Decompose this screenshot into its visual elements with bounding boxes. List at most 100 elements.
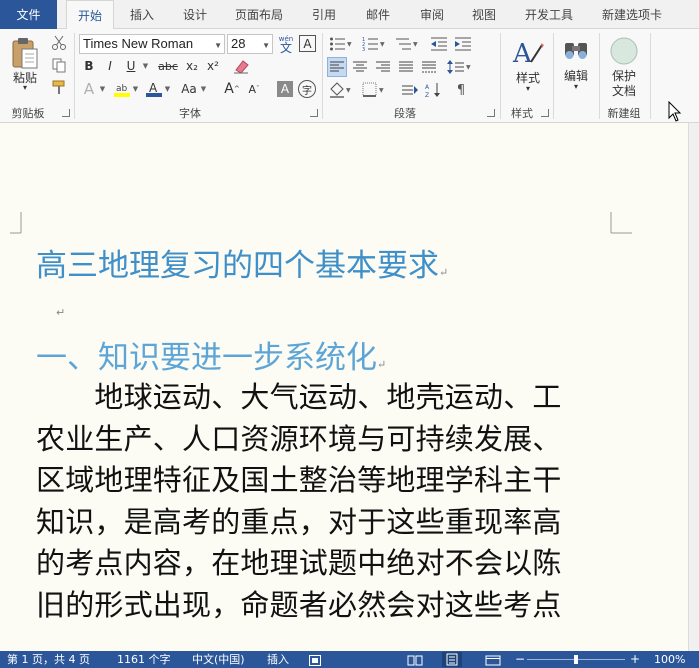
sort-button[interactable]: AZ (424, 81, 446, 99)
zoom-slider-thumb[interactable] (574, 655, 578, 664)
print-layout-icon[interactable] (442, 652, 462, 667)
group-divider (599, 33, 600, 119)
paragraph-launcher-icon[interactable] (487, 109, 495, 117)
align-left-button[interactable] (327, 57, 347, 77)
protect-label-line1: 保护 (611, 69, 636, 83)
tab-design[interactable]: 设计 (172, 0, 218, 29)
protect-document-button[interactable] (608, 35, 640, 67)
tab-insert[interactable]: 插入 (120, 0, 164, 29)
align-right-button[interactable] (373, 57, 393, 77)
distributed-button[interactable] (419, 57, 439, 77)
tab-new[interactable]: 新建选项卡 (594, 0, 670, 29)
underline-dropdown-icon[interactable]: ▼ (140, 57, 150, 75)
read-mode-icon[interactable] (407, 654, 423, 666)
distributed-icon (422, 61, 436, 73)
highlight-dropdown-icon[interactable]: ▼ (131, 80, 139, 98)
page-count[interactable]: 第 1 页，共 4 页 (7, 651, 90, 668)
svg-text:▼: ▼ (466, 64, 471, 71)
align-center-button[interactable] (350, 57, 370, 77)
copy-button[interactable] (50, 56, 68, 74)
eraser-icon (234, 60, 249, 74)
word-count[interactable]: 1161 个字 (117, 651, 171, 668)
editing-dropdown-icon[interactable]: ▾ (569, 82, 583, 91)
styles-button[interactable]: A (510, 35, 546, 69)
numbering-button[interactable]: 123 ▼ (361, 35, 387, 53)
editing-button[interactable] (561, 36, 591, 64)
mouse-cursor-icon (668, 101, 682, 122)
styles-launcher-icon[interactable] (541, 109, 549, 117)
body-line: 农业生产、人口资源环境与可持续发展、 (36, 421, 562, 456)
decrease-indent-button[interactable] (429, 35, 449, 53)
zoom-level[interactable]: 100% (654, 651, 685, 668)
zoom-out-button[interactable]: − (515, 651, 525, 668)
paste-button[interactable] (8, 34, 42, 74)
tab-file[interactable]: 文件 (0, 0, 57, 29)
page-corner-mark (610, 212, 632, 234)
font-size-select[interactable]: 28 ▼ (227, 34, 273, 54)
page-corner-mark (10, 212, 22, 234)
document-title[interactable]: 高三地理复习的四个基本要求↵ (36, 240, 448, 285)
underline-button[interactable]: U (122, 57, 140, 75)
grow-font-label: A (224, 81, 234, 97)
character-border-button[interactable]: A (299, 35, 316, 52)
justify-button[interactable] (396, 57, 416, 77)
grow-font-button[interactable]: A ^ (224, 80, 240, 98)
character-shading-button[interactable]: A (277, 81, 293, 97)
change-case-dropdown-icon[interactable]: ▼ (199, 80, 207, 98)
text-effects-button[interactable]: A (80, 80, 98, 98)
align-left-icon (330, 61, 344, 72)
clear-formatting-button[interactable] (231, 57, 251, 75)
bullets-button[interactable]: ▼ (328, 35, 354, 53)
paste-dropdown-icon[interactable]: ▾ (18, 83, 32, 92)
font-name-value: Times New Roman (83, 36, 194, 51)
tab-view[interactable]: 视图 (462, 0, 506, 29)
styles-dropdown-icon[interactable]: ▾ (521, 84, 535, 93)
macro-record-icon[interactable] (309, 654, 321, 666)
zoom-in-button[interactable]: + (630, 651, 640, 668)
language-indicator[interactable]: 中文(中国) (192, 651, 245, 668)
highlight-button[interactable]: ab (113, 80, 131, 98)
line-spacing-button[interactable]: ▼ (446, 57, 472, 77)
insert-mode[interactable]: 插入 (267, 651, 289, 668)
body-paragraph[interactable]: 地球运动、大气运动、地壳运动、工 农业生产、人口资源环境与可持续发展、 区域地理… (36, 377, 616, 626)
bold-button[interactable]: B (80, 57, 98, 75)
format-painter-button[interactable] (50, 78, 68, 96)
tab-home[interactable]: 开始 (66, 0, 114, 30)
tab-references[interactable]: 引用 (302, 0, 346, 29)
cut-button[interactable] (50, 34, 68, 52)
tab-review[interactable]: 审阅 (410, 0, 454, 29)
italic-button[interactable]: I (101, 57, 119, 75)
strikethrough-button[interactable]: abc (156, 57, 180, 75)
vertical-scrollbar[interactable] (688, 123, 699, 651)
section-heading[interactable]: 一、知识要进一步系统化↵ (36, 332, 386, 377)
tab-developer[interactable]: 开发工具 (516, 0, 582, 29)
clipboard-launcher-icon[interactable] (62, 109, 70, 117)
font-name-select[interactable]: Times New Roman ▼ (79, 34, 225, 54)
copy-icon (52, 58, 66, 73)
multilevel-list-button[interactable]: ▼ (394, 35, 420, 53)
shading-button[interactable]: ▼ (328, 81, 354, 99)
superscript-button[interactable]: x² (203, 57, 223, 75)
font-launcher-icon[interactable] (310, 109, 318, 117)
borders-button[interactable]: ▼ (361, 81, 387, 99)
chinese-layout-button[interactable] (401, 81, 419, 99)
svg-text:A: A (149, 81, 158, 95)
justify-icon (399, 61, 413, 72)
shrink-font-button[interactable]: Aˇ (246, 80, 262, 98)
enclose-characters-button[interactable]: 字 (298, 80, 316, 98)
text-effects-dropdown-icon[interactable]: ▼ (98, 80, 106, 98)
font-color-dropdown-icon[interactable]: ▼ (163, 80, 171, 98)
phonetic-guide-button[interactable]: wén 文 (276, 33, 296, 55)
web-layout-icon[interactable] (485, 654, 501, 666)
svg-text:▼: ▼ (413, 41, 418, 48)
increase-indent-button[interactable] (453, 35, 473, 53)
subscript-button[interactable]: x₂ (182, 57, 202, 75)
bullet-list-icon: ▼ (330, 37, 352, 51)
show-marks-button[interactable]: ¶ (452, 81, 470, 99)
change-case-button[interactable]: Aa (179, 80, 199, 98)
tab-mailings[interactable]: 邮件 (356, 0, 400, 29)
svg-text:Z: Z (425, 92, 429, 98)
binoculars-icon (565, 43, 587, 59)
font-color-button[interactable]: A (145, 80, 163, 98)
tab-layout[interactable]: 页面布局 (226, 0, 292, 29)
